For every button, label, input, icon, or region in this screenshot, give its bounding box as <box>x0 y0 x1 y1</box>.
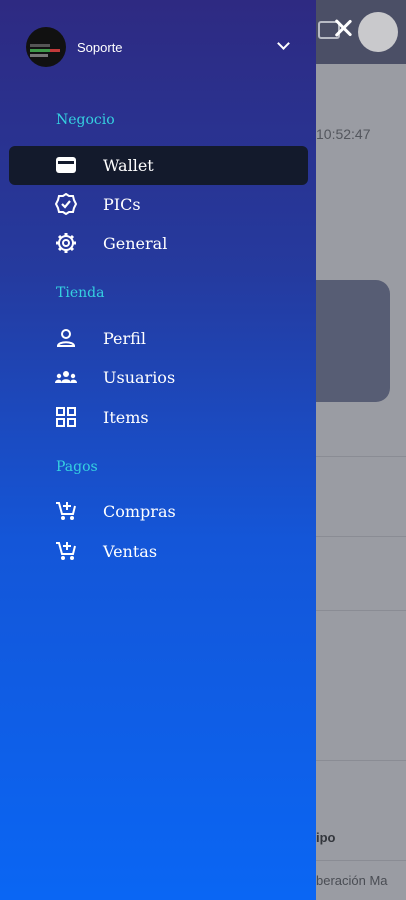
menu-item-label: Perfil <box>103 329 146 348</box>
menu-item-wallet[interactable]: Wallet <box>9 146 308 185</box>
menu-item-items[interactable]: Items <box>9 398 308 437</box>
gear-icon <box>55 232 77 254</box>
menu-item-label: Ventas <box>103 542 158 561</box>
cart-add-icon <box>55 540 77 562</box>
cart-add-icon <box>55 500 77 522</box>
menu-item-pics[interactable]: PICs <box>9 185 308 224</box>
menu-item-usuarios[interactable]: Usuarios <box>9 358 308 397</box>
avatar <box>26 27 66 67</box>
background-label: ipo <box>316 830 336 845</box>
person-icon <box>55 327 77 349</box>
group-icon <box>55 366 77 388</box>
menu-item-label: General <box>103 234 168 253</box>
navigation-drawer: Soporte Negocio Wallet PICs General Tien… <box>0 0 316 900</box>
divider <box>316 610 406 611</box>
section-title-pagos: Pagos <box>56 459 98 475</box>
menu-item-perfil[interactable]: Perfil <box>9 319 308 358</box>
grid-icon <box>55 406 77 428</box>
menu-item-compras[interactable]: Compras <box>9 492 308 531</box>
account-name: Soporte <box>77 40 123 55</box>
menu-item-label: Usuarios <box>103 368 176 387</box>
divider <box>316 536 406 537</box>
section-title-negocio: Negocio <box>56 112 115 128</box>
divider <box>316 456 406 457</box>
menu-item-label: Items <box>103 408 149 427</box>
menu-item-label: PICs <box>103 195 141 214</box>
close-icon[interactable] <box>333 18 353 38</box>
divider <box>316 760 406 761</box>
wallet-icon <box>55 154 77 176</box>
account-switcher[interactable]: Soporte <box>26 27 298 69</box>
menu-item-ventas[interactable]: Ventas <box>9 532 308 571</box>
menu-item-label: Wallet <box>103 156 154 175</box>
section-title-tienda: Tienda <box>56 285 105 301</box>
check-badge-icon <box>54 192 78 216</box>
background-label: beración Ma <box>316 873 388 888</box>
menu-item-label: Compras <box>103 502 176 521</box>
divider <box>316 860 406 861</box>
chevron-down-icon[interactable] <box>277 37 290 50</box>
menu-item-general[interactable]: General <box>9 224 308 263</box>
profile-avatar[interactable] <box>358 12 398 52</box>
background-timestamp: 10:52:47 <box>316 126 371 142</box>
